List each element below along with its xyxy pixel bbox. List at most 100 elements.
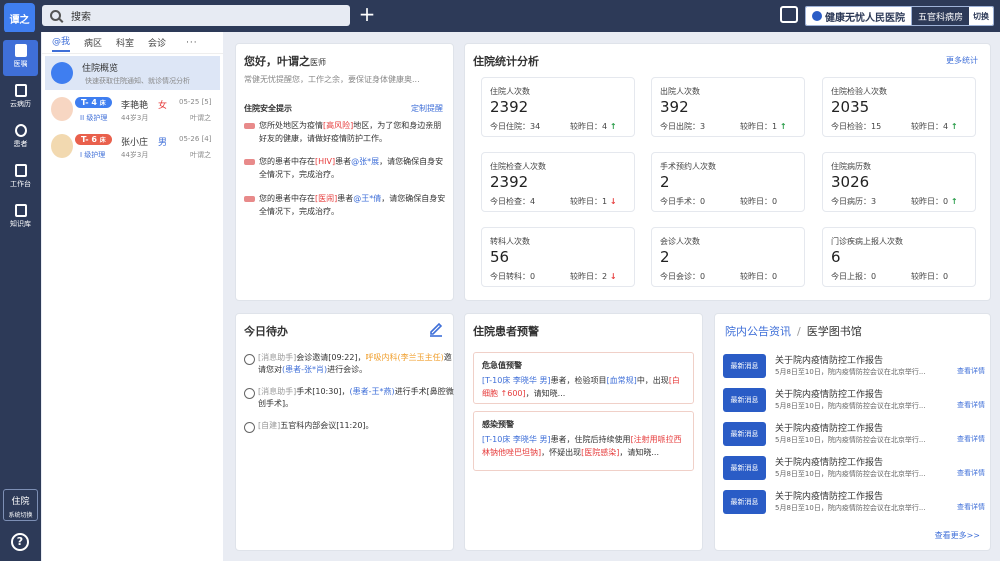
stat-tile[interactable]: 住院检验人次数 2035 今日检验：15 较昨日：4 ↑: [822, 77, 976, 137]
news-item[interactable]: 最新消息 关于院内疫情防控工作报告 5月8日至10日，院内疫情防控会议在北京举行..…: [723, 386, 995, 416]
stat-value: 3026: [831, 173, 870, 191]
custom-reminder-link[interactable]: 定制提醒: [411, 103, 443, 114]
stat-today: 今日上报：0: [831, 272, 877, 281]
news-item[interactable]: 最新消息 关于院内疫情防控工作报告 5月8日至10日，院内疫情防控会议在北京举行..…: [723, 488, 995, 518]
more-stats-link[interactable]: 更多统计: [946, 55, 978, 66]
nav-item-workbench[interactable]: 工作台: [3, 160, 38, 196]
stat-label: 会诊人次数: [660, 237, 700, 246]
help-icon[interactable]: ?: [11, 533, 29, 551]
stat-tile[interactable]: 住院人次数 2392 今日住院：34 较昨日：4 ↑: [481, 77, 635, 137]
patient-row[interactable]: T- 4 床 II 级护理 李艳艳 女 44岁3月 05-25 [5] 叶谓之: [42, 93, 223, 127]
view-detail-link[interactable]: 查看详情: [957, 503, 987, 512]
orders-icon: [14, 44, 27, 57]
shirt-icon[interactable]: [780, 6, 798, 23]
stat-tile[interactable]: 手术预约人次数 2 今日手术：0 较昨日：0: [651, 152, 805, 212]
stat-value: 2: [660, 173, 670, 191]
news-item[interactable]: 最新消息 关于院内疫情防控工作报告 5月8日至10日，院内疫情防控会议在北京举行..…: [723, 420, 995, 450]
news-title: 关于院内疫情防控工作报告: [775, 390, 884, 400]
todo-item[interactable]: [消息助手]会诊邀请[09:22]，呼吸内科(李兰玉主任)邀请您对(患者-张*肖…: [244, 352, 454, 376]
trend-down-icon: ↓: [607, 272, 617, 281]
nav-item-cloud-record[interactable]: 云病历: [3, 80, 38, 116]
stat-tile[interactable]: 出院人次数 392 今日出院：3 较昨日：1 ↑: [651, 77, 805, 137]
bed-badge: T- 4 床: [75, 97, 112, 108]
view-detail-link[interactable]: 查看详情: [957, 435, 987, 444]
tab-mine[interactable]: @我: [52, 34, 71, 52]
patient-name: 张小庄: [121, 138, 149, 148]
view-detail-link[interactable]: 查看详情: [957, 401, 987, 410]
stat-tile[interactable]: 转科人次数 56 今日转科：0 较昨日：2 ↓: [481, 227, 635, 287]
user-logo[interactable]: 谭之: [4, 3, 35, 33]
stat-label: 住院检验人次数: [831, 87, 887, 96]
stat-today: 今日手术：0: [660, 197, 706, 206]
patient-sex: 男: [158, 138, 168, 148]
stat-tile[interactable]: 住院病历数 3026 今日病历：3 较昨日：0 ↑: [822, 152, 976, 212]
news-desc: 5月8日至10日，院内疫情防控会议在北京举行...: [775, 436, 926, 444]
stat-tile[interactable]: 门诊疾病上报人次数 6 今日上报：0 较昨日：0: [822, 227, 976, 287]
tab-library[interactable]: 医学图书馆: [807, 325, 862, 338]
stat-tile[interactable]: 会诊人次数 2 今日会诊：0 较昨日：0: [651, 227, 805, 287]
switch-button[interactable]: 切换: [969, 7, 994, 25]
safety-alert: 您的患者中存在[医闹]患者@王*倩，请您确保自身安全情况下，完成治疗。: [244, 192, 449, 218]
infection-warning[interactable]: 感染预警 [T-10床 李晓华 男]患者，住院后持续使用[注射用哌拉西林钠他唑巴…: [473, 411, 694, 471]
patient-mention[interactable]: @王*倩: [353, 194, 381, 203]
admit-date: 05-26 [4]: [179, 135, 212, 143]
view-more-link[interactable]: 查看更多>>: [935, 530, 980, 541]
todo-card: 今日待办 [消息助手]会诊邀请[09:22]，呼吸内科(李兰玉主任)邀请您对(患…: [235, 313, 454, 551]
news-item[interactable]: 最新消息 关于院内疫情防控工作报告 5月8日至10日，院内疫情防控会议在北京举行..…: [723, 352, 995, 382]
todo-item[interactable]: [自建]五官科内部会议[11:20]。: [244, 420, 454, 433]
nav-item-patients[interactable]: 患者: [3, 120, 38, 156]
stat-today: 今日出院：3: [660, 122, 706, 131]
view-detail-link[interactable]: 查看详情: [957, 469, 987, 478]
stat-label: 出院人次数: [660, 87, 700, 96]
tab-consultation[interactable]: 会诊: [148, 36, 166, 49]
stat-label: 转科人次数: [490, 237, 530, 246]
news-desc: 5月8日至10日，院内疫情防控会议在北京举行...: [775, 402, 926, 410]
book-icon: [14, 204, 27, 217]
stat-value: 6: [831, 248, 841, 266]
overview-title: 住院概览: [82, 64, 119, 74]
view-detail-link[interactable]: 查看详情: [957, 367, 987, 376]
patient-tabs: @我 病区 科室 会诊 ···: [42, 32, 223, 54]
tab-department[interactable]: 科室: [116, 36, 134, 49]
care-level: I 级护理: [80, 151, 106, 159]
patient-name: 李艳艳: [121, 101, 149, 111]
hospital-switcher: 健康无忧人民医院 五官科病房 切换: [805, 6, 995, 26]
add-icon[interactable]: +: [358, 4, 376, 24]
stat-tile[interactable]: 住院检查人次数 2392 今日检查：4 较昨日：1 ↓: [481, 152, 635, 212]
stat-today: 今日检查：4: [490, 197, 536, 206]
tab-announcements[interactable]: 院内公告资讯: [725, 325, 791, 338]
trend-up-icon: ↑: [607, 122, 617, 131]
stat-compare: 较昨日：2 ↓: [570, 272, 617, 281]
news-badge: 最新消息: [723, 388, 766, 412]
nav-item-knowledge[interactable]: 知识库: [3, 200, 38, 236]
search-box[interactable]: 搜索: [42, 5, 350, 26]
stat-label: 手术预约人次数: [660, 162, 716, 171]
nav-item-orders[interactable]: 医嘱: [3, 40, 38, 76]
todo-item[interactable]: [消息助手]手术[10:30]，(患者-王*燕)进行手术[鼻腔微创手术]。: [244, 386, 454, 410]
todo-checkbox[interactable]: [244, 422, 255, 433]
stat-today: 今日转科：0: [490, 272, 536, 281]
todo-title: 今日待办: [244, 325, 288, 338]
trend-down-icon: ↓: [607, 197, 617, 206]
search-input[interactable]: 搜索: [71, 8, 91, 23]
stat-compare: 较昨日：4 ↑: [570, 122, 617, 131]
critical-warning[interactable]: 危急值预警 [T-10床 李晓华 男]患者，检验项目[血常规]中，出现[白细胞 …: [473, 352, 694, 404]
chart-icon: [51, 62, 73, 84]
patient-age: 44岁3月: [121, 114, 149, 122]
news-item[interactable]: 最新消息 关于院内疫情防控工作报告 5月8日至10日，院内疫情防控会议在北京举行..…: [723, 454, 995, 484]
patient-row[interactable]: T- 6 床 I 级护理 张小庄 男 44岁3月 05-26 [4] 叶谓之: [42, 130, 223, 164]
patient-mention[interactable]: @张*展: [351, 157, 379, 166]
news-badge: 最新消息: [723, 422, 766, 446]
stat-compare: 较昨日：0: [740, 272, 778, 281]
overview-item[interactable]: 住院概览 快速获取住院通知、就诊情况分析: [45, 56, 220, 90]
stat-compare: 较昨日：4 ↑: [911, 122, 958, 131]
todo-checkbox[interactable]: [244, 354, 255, 365]
system-switch-button[interactable]: 住院 系统切换: [3, 489, 38, 521]
warning-card: 住院患者预警 危急值预警 [T-10床 李晓华 男]患者，检验项目[血常规]中，…: [464, 313, 703, 551]
todo-checkbox[interactable]: [244, 388, 255, 399]
edit-icon[interactable]: [429, 321, 443, 337]
tab-ward[interactable]: 病区: [84, 36, 102, 49]
safety-title: 住院安全提示: [244, 104, 292, 113]
stat-compare: 较昨日：0: [740, 197, 778, 206]
more-tabs-icon[interactable]: ···: [186, 38, 198, 48]
